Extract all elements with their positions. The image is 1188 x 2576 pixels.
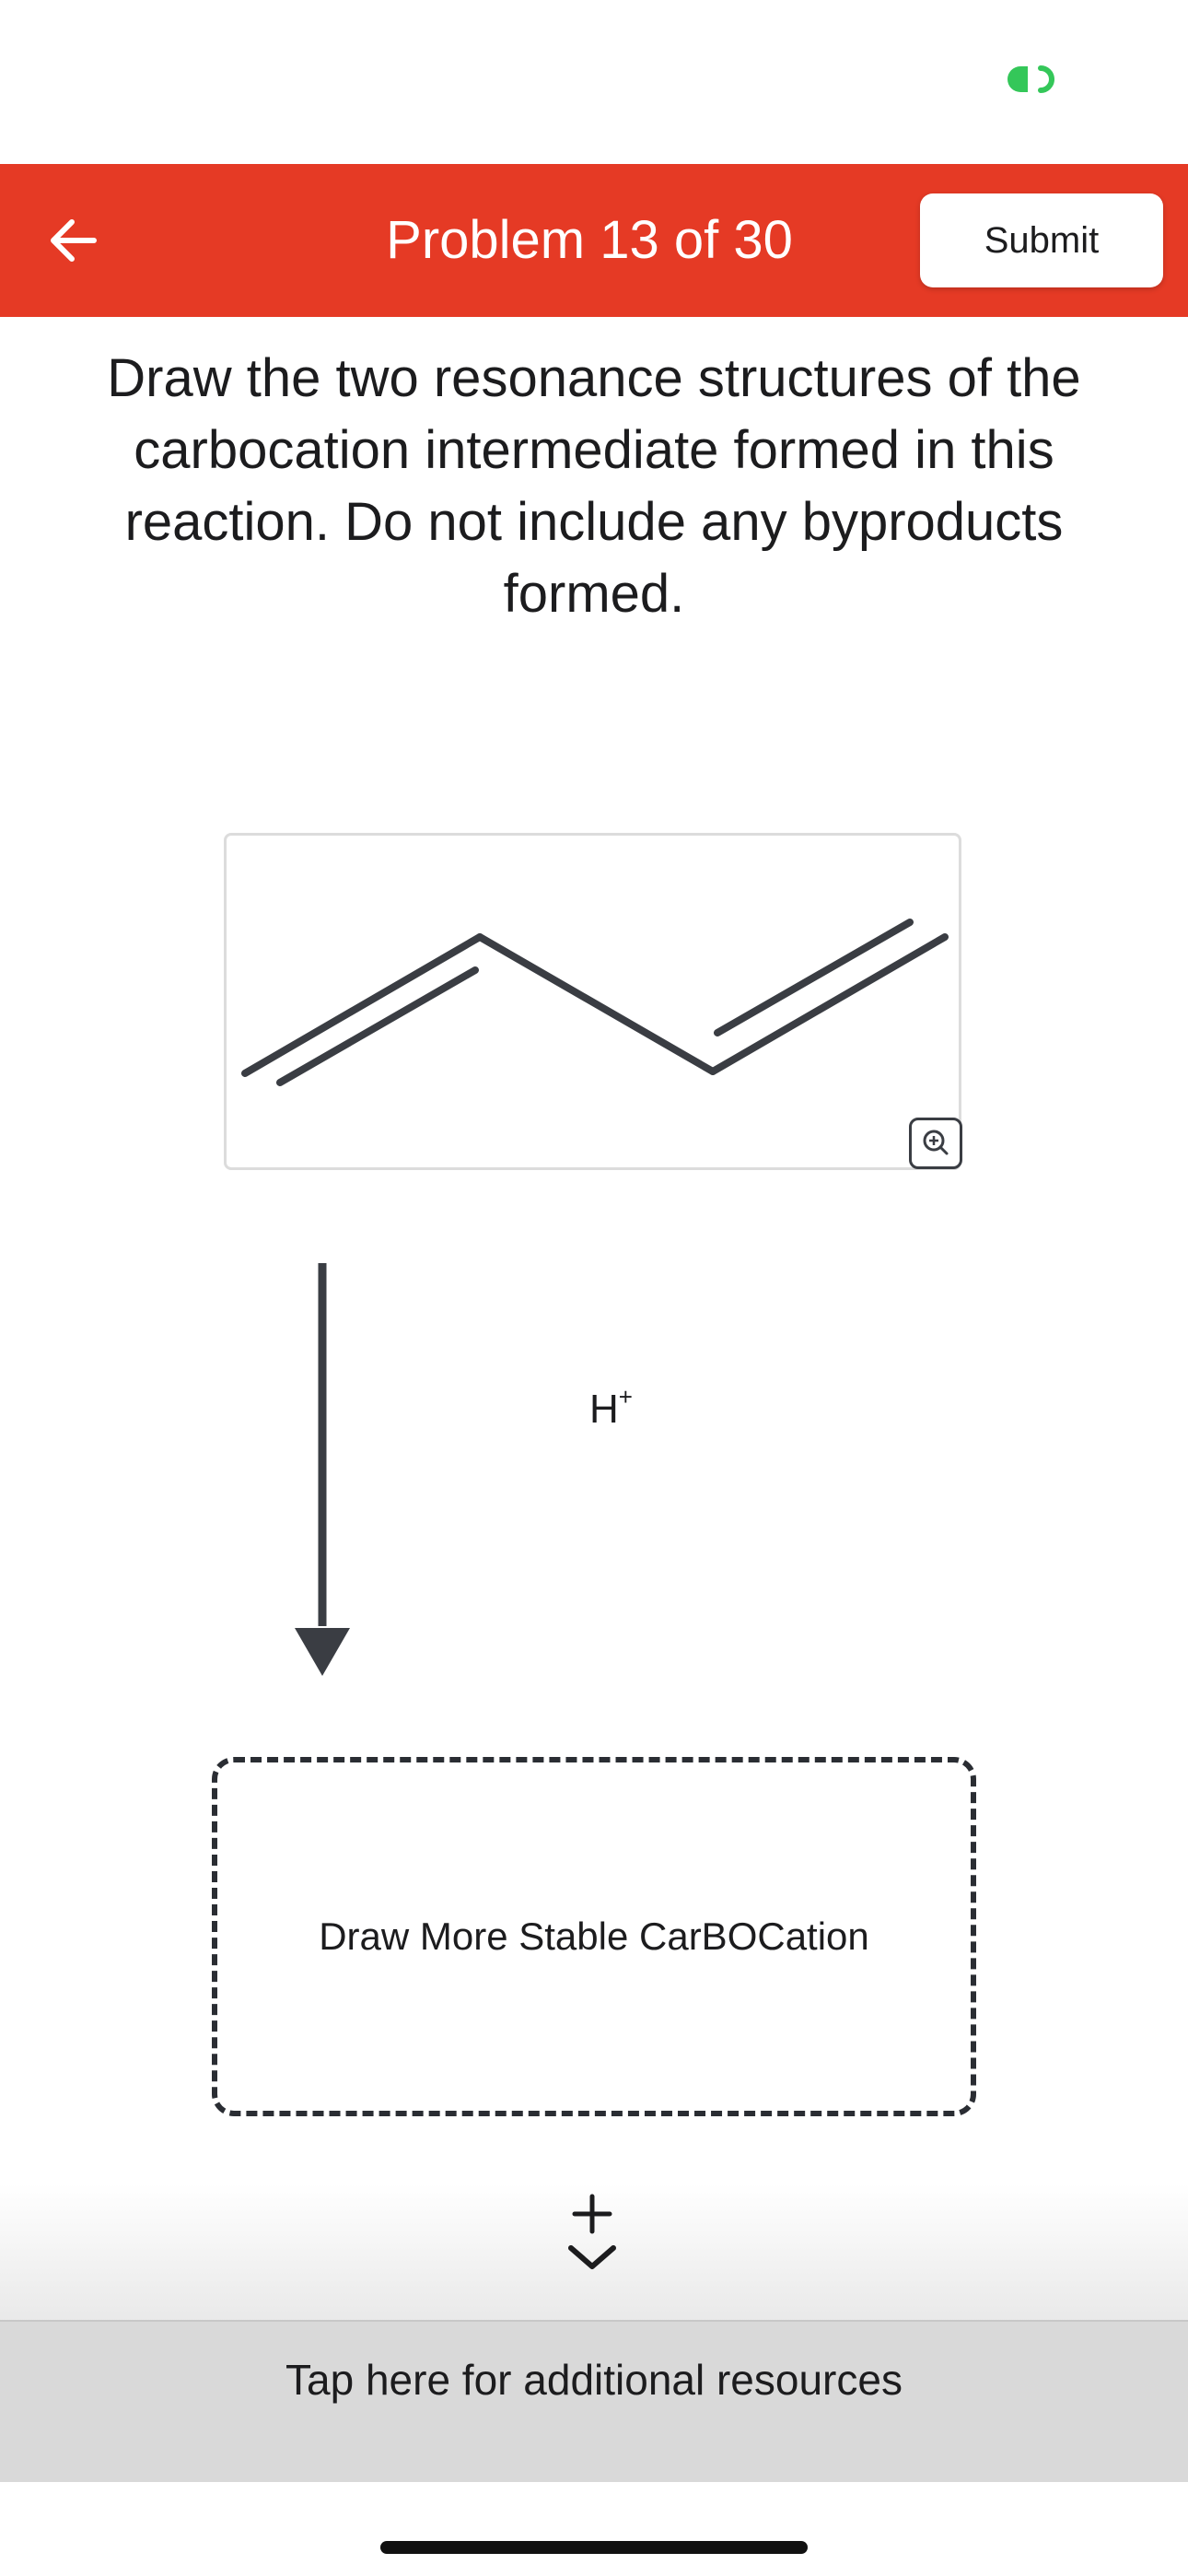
diene-molecule [241, 919, 949, 1086]
reactant-structure[interactable] [224, 833, 961, 1170]
resources-bar[interactable]: Tap here for additional resources [0, 2320, 1188, 2482]
header-bar: Problem 13 of 30 Submit [0, 164, 1188, 317]
answer-drawing-box[interactable]: Draw More Stable CarBOCation [212, 1757, 976, 2116]
question-prompt: Draw the two resonance structures of the… [107, 348, 1081, 624]
plus-icon[interactable] [569, 2191, 615, 2237]
chevron-down-icon[interactable] [564, 2239, 621, 2277]
link-icon [1007, 65, 1054, 93]
arrow-left-icon [51, 219, 97, 262]
answer-box-label: Draw More Stable CarBOCation [319, 1914, 869, 1958]
status-bar [0, 0, 1188, 164]
back-button[interactable] [37, 204, 120, 277]
reagent-symbol: H [589, 1387, 619, 1432]
page-title: Problem 13 of 30 [386, 210, 793, 270]
resources-label: Tap here for additional resources [285, 2356, 903, 2404]
zoom-button[interactable] [909, 1118, 962, 1169]
zoom-in-icon [923, 1130, 949, 1155]
reaction-arrow-icon [295, 1263, 350, 1676]
submit-button[interactable]: Submit [920, 193, 1163, 287]
home-indicator[interactable] [380, 2541, 808, 2554]
reagent-charge: + [618, 1383, 633, 1411]
reagent-label: H+ [589, 1383, 633, 1433]
